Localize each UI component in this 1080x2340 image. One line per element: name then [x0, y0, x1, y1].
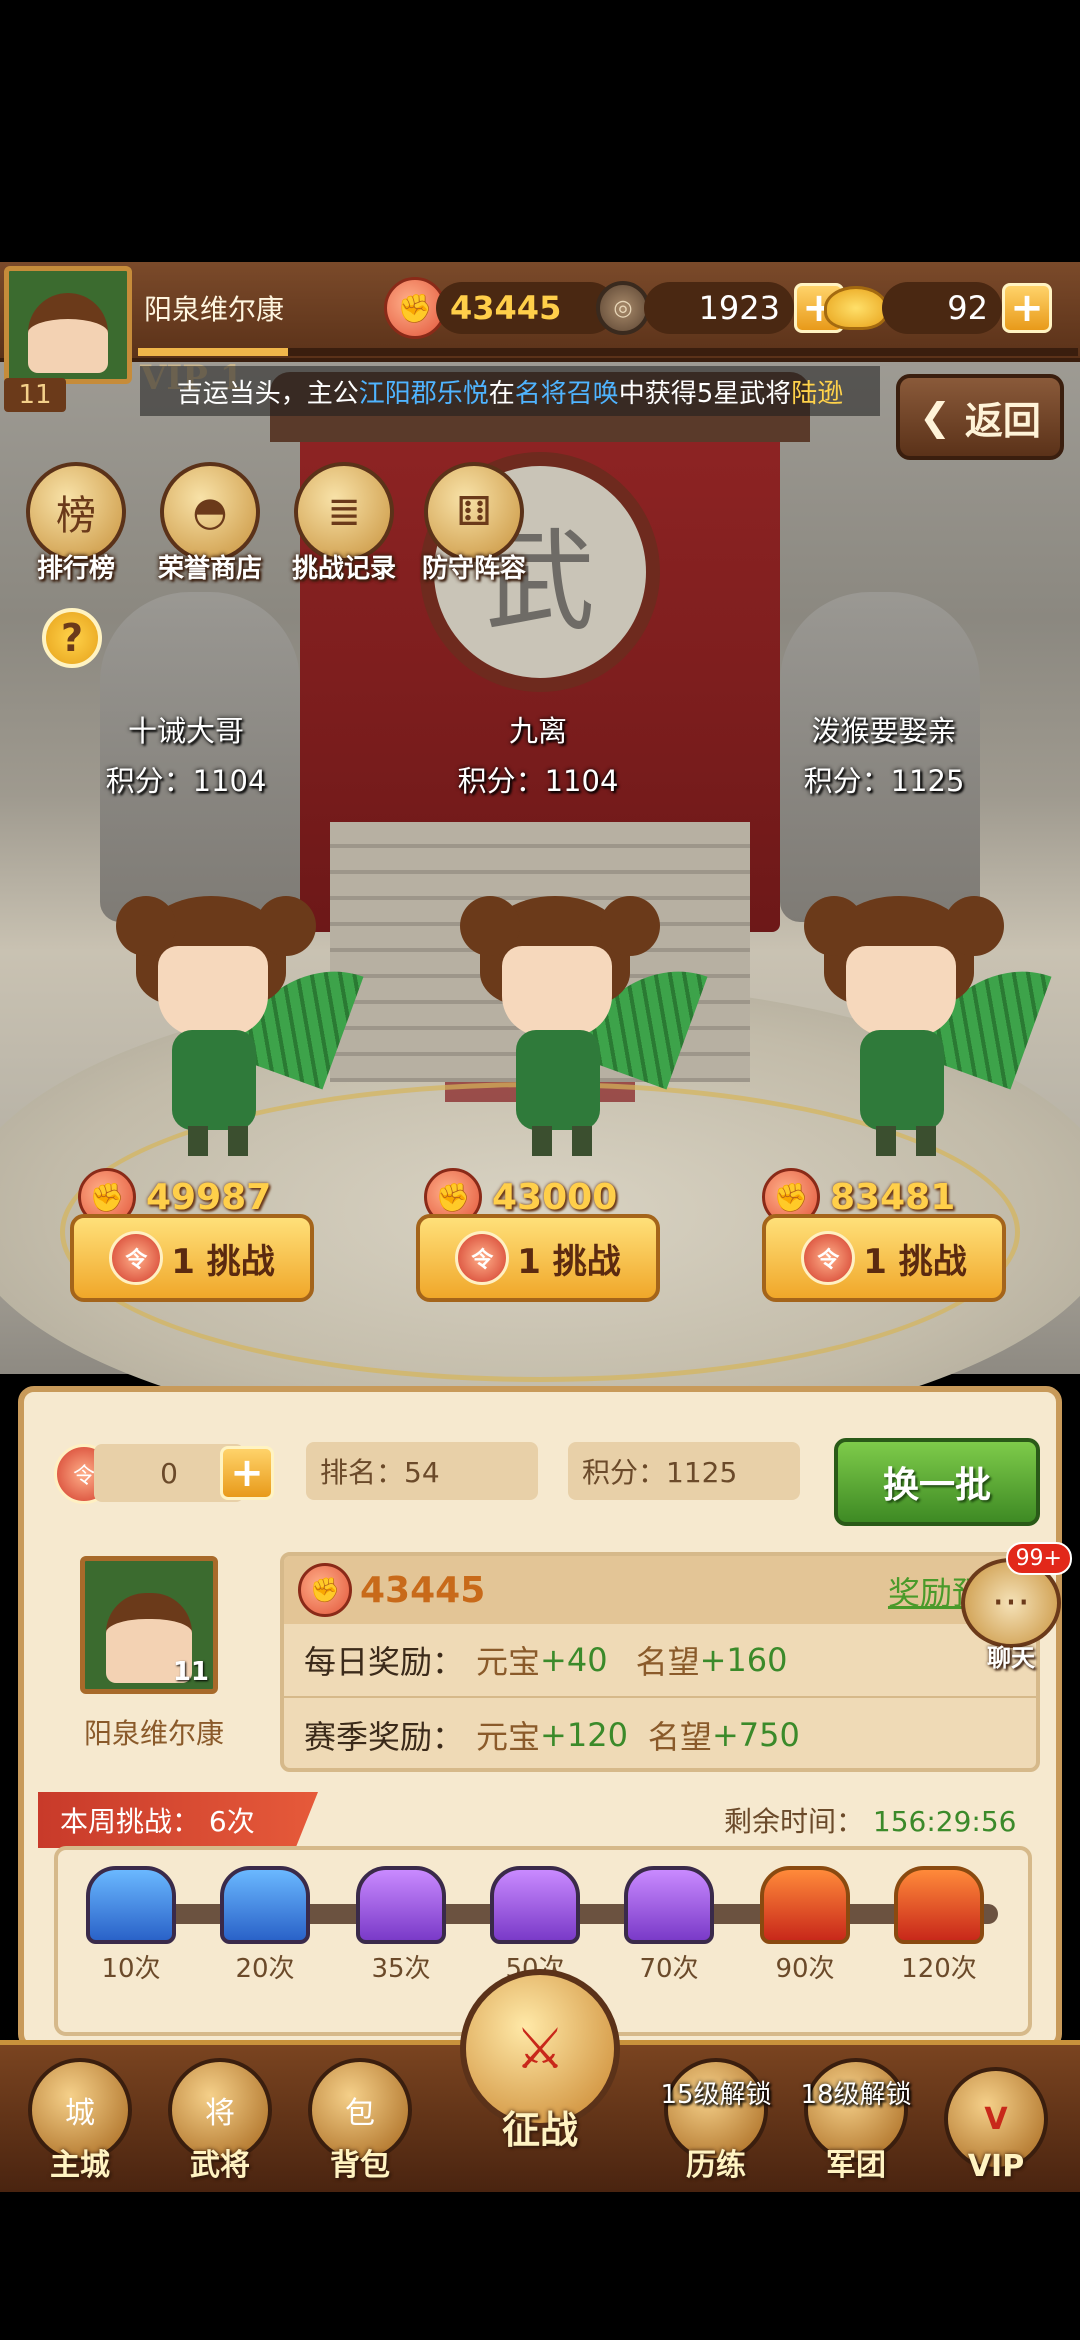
remaining-time: 剩余时间： 156:29:56 — [724, 1805, 1017, 1838]
exp-bar — [138, 348, 1078, 356]
honor-shop-bowl-icon: ◓ — [160, 462, 260, 562]
add-gold-button[interactable]: + — [1002, 283, 1052, 333]
chat-button[interactable]: ··· 99+ 聊天 — [956, 1542, 1072, 1688]
opponent-2-info: 九离 积分：1104 — [388, 708, 688, 800]
challenge-ticket-icon: 令 — [455, 1231, 510, 1285]
power-value: 43445 — [436, 282, 616, 334]
challenge-ticket-icon: 令 — [801, 1231, 856, 1285]
opponent-3-hero[interactable] — [784, 896, 1052, 1156]
top-status-bar: 阳泉维尔康 ✊ 43445 ◎ 1923 + 92 + — [0, 262, 1080, 362]
purple-chest-icon — [624, 1866, 714, 1944]
challenge-button-1[interactable]: 令 1 挑战 — [70, 1214, 314, 1302]
blue-chest-icon — [220, 1866, 310, 1944]
exp-bar-fill — [138, 348, 289, 356]
gold-resource: 92 + — [824, 276, 1052, 340]
legion-lock-label: 18级解锁 — [800, 2080, 912, 2110]
challenge-ticket-icon: 令 — [109, 1231, 164, 1285]
self-level: 11 — [172, 1657, 209, 1687]
announcement-ticker: 吉运当头，主公 江阳郡乐悦在名将召唤 中获得5星武将 陆逊 — [140, 366, 880, 416]
nav-campaign[interactable]: ⚔ 征战 — [460, 1969, 620, 2189]
rank-display: 排名：54 — [306, 1442, 538, 1500]
reward-box: ✊ 43445 奖励预览 每日奖励： 元宝 +40 名望 +160 赛季奖励： 元宝… — [280, 1552, 1040, 1772]
challenge-button-3[interactable]: 令 1 挑战 — [762, 1214, 1006, 1302]
challenge-button-2[interactable]: 令 1 挑战 — [416, 1214, 660, 1302]
honor-shop-button[interactable]: ◓ 荣誉商店 — [150, 462, 270, 585]
chest-10[interactable]: 10次 — [86, 1866, 176, 1985]
opponent-name: 九离 — [508, 714, 567, 748]
opponent-2-hero[interactable] — [440, 896, 708, 1156]
leaderboard-button[interactable]: 榜 排行榜 — [16, 462, 136, 585]
player-name: 阳泉维尔康 — [144, 293, 285, 326]
arena-info-panel: 令 0 + 排名：54 积分：1125 换一批 11 阳泉维尔康 ✊ 43445… — [18, 1386, 1062, 2050]
score-display: 积分：1125 — [568, 1442, 800, 1500]
chest-120[interactable]: 120次 — [894, 1866, 984, 1985]
challenge-record-scroll-icon: ≣ — [294, 462, 394, 562]
opponent-1-info: 十诫大哥 积分：1104 — [36, 708, 336, 800]
weekly-challenge-banner: 本周挑战： 6次 — [38, 1792, 318, 1848]
opponent-score: 积分：1104 — [457, 764, 619, 798]
chest-20[interactable]: 20次 — [220, 1866, 310, 1985]
chest-90[interactable]: 90次 — [760, 1866, 850, 1985]
opponent-1-hero[interactable] — [96, 896, 364, 1156]
nav-vip[interactable]: V VIP — [936, 2067, 1056, 2184]
daily-reward-row: 每日奖励： 元宝 +40 名望 +160 — [284, 1624, 1036, 1698]
self-name: 阳泉维尔康 — [83, 1717, 224, 1750]
blue-chest-icon — [86, 1866, 176, 1944]
nav-training[interactable]: 15级解锁 历练 — [656, 2058, 776, 2184]
gold-ingot-icon — [824, 286, 888, 330]
purple-chest-icon — [490, 1866, 580, 1944]
defense-lineup-icon: ⚅ — [424, 462, 524, 562]
defense-lineup-button[interactable]: ⚅ 防守阵容 — [414, 462, 534, 585]
player-level: 11 — [4, 378, 66, 412]
red-chest-icon — [760, 1866, 850, 1944]
challenge-record-button[interactable]: ≣ 挑战记录 — [284, 462, 404, 585]
chat-unread-badge: 99+ — [1005, 1542, 1072, 1575]
self-power: 43445 — [360, 1569, 486, 1611]
player-avatar[interactable] — [4, 266, 132, 384]
copper-coin-icon: ◎ — [596, 281, 650, 335]
purple-chest-icon — [356, 1866, 446, 1944]
arena-screen: 武 阳泉维尔康 ✊ 43445 ◎ 1923 + 92 + 11 VIP 1 吉… — [0, 262, 1080, 2192]
refresh-opponents-button[interactable]: 换一批 — [834, 1438, 1040, 1526]
training-lock-label: 15级解锁 — [660, 2080, 772, 2110]
leaderboard-scroll-icon: 榜 — [26, 462, 126, 562]
copper-resource: ◎ 1923 + — [596, 276, 844, 340]
help-button[interactable]: ? — [42, 608, 102, 668]
nav-bag[interactable]: 包 背包 — [300, 2058, 420, 2184]
opponent-3-info: 泼猴要娶亲 积分：1125 — [734, 708, 1034, 800]
bottom-nav: 城 主城 将 武将 包 背包 ⚔ 征战 15级解锁 历练 18级解锁 军团 V … — [0, 1969, 1080, 2192]
chest-35[interactable]: 35次 — [356, 1866, 446, 1985]
back-button[interactable]: ❮ 返回 — [896, 374, 1064, 460]
chest-70[interactable]: 70次 — [624, 1866, 714, 1985]
red-chest-icon — [894, 1866, 984, 1944]
nav-main-city[interactable]: 城 主城 — [20, 2058, 140, 2184]
season-reward-row: 赛季奖励： 元宝 +120 名望 +750 — [304, 1716, 800, 1756]
opponent-score: 积分：1104 — [105, 764, 267, 798]
self-avatar: 11 — [80, 1556, 218, 1694]
power-fist-icon: ✊ — [298, 1563, 352, 1617]
nav-generals[interactable]: 将 武将 — [160, 2058, 280, 2184]
chevron-left-icon: ❮ — [919, 395, 951, 439]
opponent-score: 积分：1125 — [803, 764, 965, 798]
gold-value: 92 — [882, 282, 1002, 334]
power-resource: ✊ 43445 — [384, 276, 616, 340]
copper-value: 1923 — [644, 282, 794, 334]
chest-50[interactable]: 50次 — [490, 1866, 580, 1985]
add-ticket-button[interactable]: + — [220, 1446, 274, 1500]
opponent-name: 十诫大哥 — [127, 714, 244, 748]
opponent-name: 泼猴要娶亲 — [811, 714, 957, 748]
nav-legion[interactable]: 18级解锁 军团 — [796, 2058, 916, 2184]
